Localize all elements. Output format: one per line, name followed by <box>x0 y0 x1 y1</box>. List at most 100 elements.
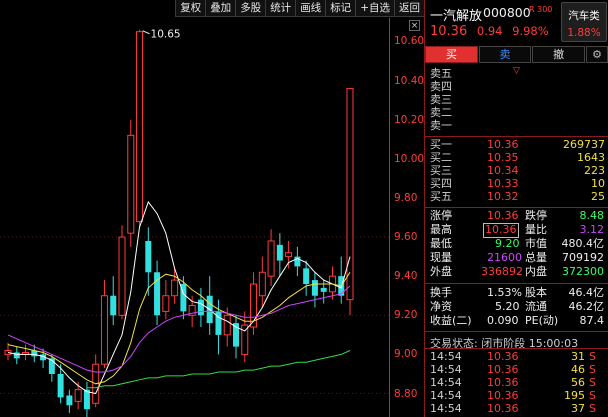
sell-button[interactable]: 卖 <box>478 46 532 63</box>
tick-row: 14:54 10.36 37 S <box>425 402 608 416</box>
candle <box>136 29 144 228</box>
toolbar-fuquan-button[interactable]: 复权 <box>175 0 206 17</box>
bid-price: 10.33 <box>487 177 519 190</box>
toolbar-back-button[interactable]: 返回 <box>394 0 424 17</box>
bid-volume: 269737 <box>563 138 605 151</box>
tick-row: 14:54 10.36 31 S <box>425 350 608 364</box>
trade-actions: 买 卖 撤 ⚙ <box>425 46 608 64</box>
ask-label: 卖二 <box>430 106 452 119</box>
toolbar-mark-button[interactable]: 标记 <box>325 0 356 17</box>
bid-label: 买五 <box>430 190 452 203</box>
candle <box>127 119 135 247</box>
toolbar-multi-stock-button[interactable]: 多股 <box>235 0 266 17</box>
bid-row-5[interactable]: 买五 10.32 25 <box>425 190 608 204</box>
total-volume-value: 709192 <box>562 251 604 264</box>
price-line: 10.36 0.94 9.98% <box>430 24 555 39</box>
axis-tick-label: 8.80 <box>394 387 418 400</box>
price-axis-line <box>389 18 390 417</box>
bid-price: 10.36 <box>487 138 519 151</box>
ask-row-5[interactable]: 卖五 <box>425 67 608 81</box>
candle-body <box>171 279 179 297</box>
candle <box>83 381 90 417</box>
limit-up-label: 涨停 <box>430 209 452 222</box>
toolbar-add-watchlist-button[interactable]: +自选 <box>355 0 394 17</box>
buy-button[interactable]: 买 <box>425 46 478 63</box>
candle <box>154 260 161 326</box>
ask-row-1[interactable]: 卖一 <box>425 119 608 133</box>
cancel-order-button[interactable]: 撤 <box>532 46 586 63</box>
candle <box>233 315 239 359</box>
candle <box>346 87 354 316</box>
ask-row-4[interactable]: 卖四 <box>425 80 608 94</box>
ask-row-2[interactable]: 卖二 <box>425 106 608 120</box>
limit-down-label: 跌停 <box>525 209 547 222</box>
tick-volume: 46 <box>571 363 585 376</box>
ask-row-3[interactable]: 卖三 <box>425 93 608 107</box>
candle-body <box>320 287 327 292</box>
ask-label: 卖五 <box>430 67 452 80</box>
bid-row-4[interactable]: 买四 10.33 10 <box>425 177 608 191</box>
axis-tick-label: 9.80 <box>394 191 418 204</box>
high-annotation: 10.65 <box>151 29 181 41</box>
low-value: 9.20 <box>495 237 520 250</box>
turnover-value: 1.53% <box>487 286 522 299</box>
candle <box>66 389 73 414</box>
candle-body <box>66 395 73 406</box>
bid-volume: 10 <box>591 177 605 190</box>
bid-label: 买四 <box>430 177 452 190</box>
sector-name: 汽车类 <box>568 10 600 22</box>
eps-label: 收益(二) <box>430 314 472 327</box>
toolbar-stats-button[interactable]: 统计 <box>265 0 296 17</box>
float-shares-value: 46.2亿 <box>568 300 605 313</box>
candlestick-plot[interactable]: 10.65 <box>0 0 390 417</box>
axis-tick-label: 10.20 <box>394 113 425 126</box>
tick-price: 10.36 <box>487 350 519 363</box>
candle <box>303 260 310 296</box>
stock-name: 一汽解放 <box>430 9 483 24</box>
pe-value: 87.4 <box>579 314 605 327</box>
current-volume-value: 21600 <box>487 251 522 264</box>
bid-price: 10.34 <box>487 164 519 177</box>
candle <box>13 346 20 365</box>
candle <box>118 225 126 320</box>
bid-row-3[interactable]: 买三 10.34 223 <box>425 164 608 178</box>
close-icon[interactable]: × <box>409 20 420 31</box>
tick-volume: 195 <box>564 389 585 402</box>
ask-label: 卖一 <box>430 119 452 132</box>
limit-up-value: 10.36 <box>487 209 519 222</box>
tick-direction: S <box>589 376 596 389</box>
candle <box>92 354 100 408</box>
toolbar-overlay-button[interactable]: 叠加 <box>205 0 236 17</box>
toolbar-draw-line-button[interactable]: 画线 <box>295 0 326 17</box>
tick-price: 10.36 <box>487 376 519 389</box>
outer-volume-value: 336892 <box>481 265 523 278</box>
sector-badge[interactable]: 汽车类 1.88% <box>561 2 607 42</box>
r-mark: R 300 <box>529 5 553 14</box>
low-label: 最低 <box>430 237 452 250</box>
bid-row-1[interactable]: 买一 10.36 269737 <box>425 138 608 152</box>
tick-price: 10.36 <box>487 363 519 376</box>
ma-line-3 <box>7 285 351 373</box>
bid-volume: 25 <box>591 190 605 203</box>
tick-direction: S <box>589 350 596 363</box>
high-value: 10.36 <box>483 223 519 238</box>
gear-icon[interactable]: ⚙ <box>586 46 608 63</box>
tick-time: 14:54 <box>430 376 462 389</box>
tick-price: 10.36 <box>487 389 519 402</box>
tick-time: 14:54 <box>430 389 462 402</box>
axis-tick-label: 9.00 <box>394 348 418 361</box>
candle-body <box>258 271 266 297</box>
divider <box>425 348 608 349</box>
candle <box>110 276 117 326</box>
turnover-label: 换手 <box>430 286 452 299</box>
price-change: 0.94 <box>476 24 503 38</box>
divider <box>425 283 608 284</box>
candle-body <box>74 389 82 402</box>
candle <box>258 256 266 308</box>
kline-chart[interactable]: 10.65 10.60 10.40 10.20 10.00 9.80 9.60 9.40 9.… <box>0 0 424 417</box>
bid-row-2[interactable]: 买二 10.35 1643 <box>425 151 608 165</box>
bid-label: 买三 <box>430 164 452 177</box>
candle-body <box>127 134 135 234</box>
tick-row: 14:54 10.36 56 S <box>425 376 608 390</box>
net-assets-label: 净资 <box>430 300 452 313</box>
